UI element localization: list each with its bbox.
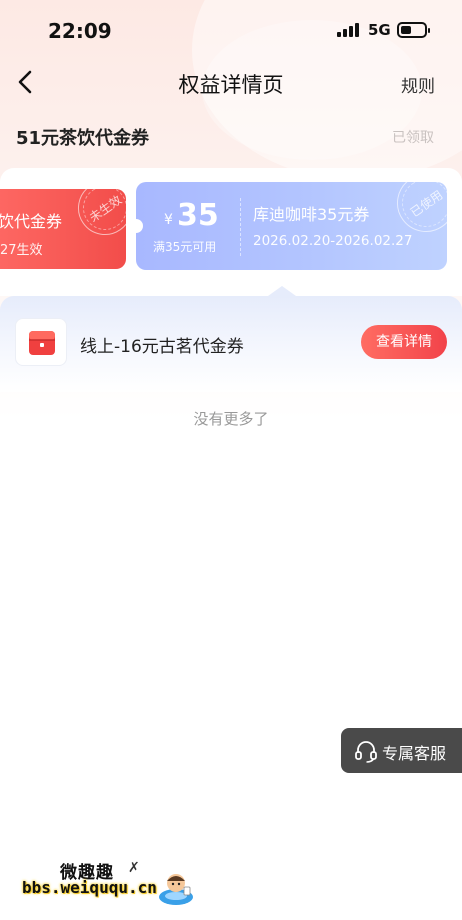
coupon-card-pending[interactable]: 饮代金券 27生效 未生效 bbox=[0, 189, 126, 269]
claimed-status: 已领取 bbox=[392, 130, 434, 146]
rules-link[interactable]: 规则 bbox=[401, 72, 435, 97]
network-label: 5G bbox=[368, 21, 391, 39]
mascot-icon bbox=[159, 874, 193, 905]
coupon-amount: 35 bbox=[177, 198, 219, 233]
currency-symbol: ¥ bbox=[164, 212, 173, 228]
customer-service-button[interactable]: 专属客服 bbox=[341, 728, 462, 773]
card-divider bbox=[240, 198, 241, 256]
not-effective-stamp: 未生效 bbox=[67, 189, 126, 246]
watermark-url: bbs.weiququ.cn bbox=[22, 878, 157, 897]
customer-service-label: 专属客服 bbox=[382, 744, 447, 763]
signal-icon bbox=[337, 23, 361, 37]
coupon-card-date: 2026.02.20-2026.02.27 bbox=[253, 233, 413, 249]
coupon-card-name: 饮代金券 bbox=[0, 212, 63, 231]
coupon-card-name: 库迪咖啡35元券 bbox=[253, 205, 370, 224]
list-item-icon bbox=[15, 318, 67, 366]
watermark-mark: ✗ bbox=[128, 860, 140, 876]
coupon-card-used[interactable]: ¥ 35 满35元可用 库迪咖啡35元券 2026.02.20-2026.02.… bbox=[136, 182, 447, 270]
shop-icon bbox=[29, 331, 55, 355]
selection-pointer bbox=[268, 286, 296, 296]
coupon-condition: 满35元可用 bbox=[153, 240, 217, 254]
page-title: 权益详情页 bbox=[178, 73, 284, 97]
battery-icon bbox=[397, 22, 430, 38]
view-details-button[interactable]: 查看详情 bbox=[361, 325, 447, 359]
status-bar: 22:09 5G bbox=[0, 0, 462, 60]
status-time: 22:09 bbox=[48, 19, 112, 43]
card-notch bbox=[136, 219, 143, 233]
coupon-title: 51元茶饮代金券 bbox=[16, 128, 150, 149]
no-more-text: 没有更多了 bbox=[193, 410, 269, 428]
list-item-title: 线上-16元古茗代金券 bbox=[80, 337, 244, 357]
coupon-card-validity: 27生效 bbox=[0, 243, 43, 258]
headset-icon bbox=[355, 741, 377, 763]
